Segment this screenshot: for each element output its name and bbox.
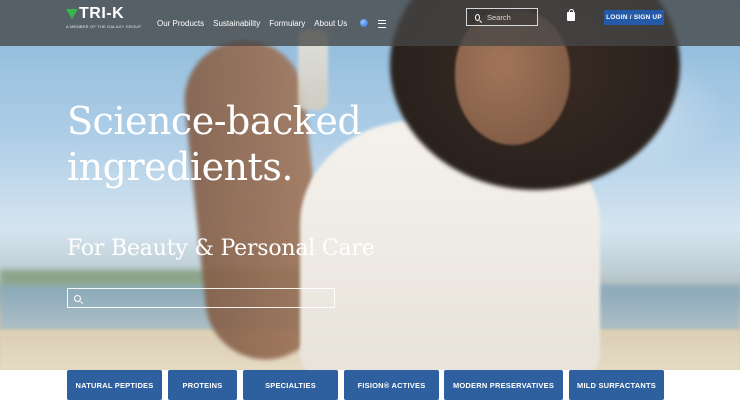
main-nav: Our Products Sustainability Formulary Ab… xyxy=(157,0,387,46)
category-modern-preservatives-button[interactable]: MODERN PRESERVATIVES xyxy=(444,370,563,400)
logo-tagline: A MEMBER OF THE GALAXY GROUP xyxy=(66,24,142,29)
category-natural-peptides-button[interactable]: NATURAL PEPTIDES xyxy=(67,370,162,400)
hero-search-input[interactable] xyxy=(87,292,331,304)
header-search-input[interactable] xyxy=(485,11,537,23)
nav-our-products[interactable]: Our Products xyxy=(157,19,204,28)
menu-icon[interactable] xyxy=(378,19,387,28)
logo-triangle-icon xyxy=(66,9,78,19)
search-icon xyxy=(475,13,480,21)
category-mild-surfactants-button[interactable]: MILD SURFACTANTS xyxy=(569,370,664,400)
hero-subheadline: For Beauty & Personal Care xyxy=(67,236,375,261)
category-bar: NATURAL PEPTIDES PROTEINS SPECIALTIES FI… xyxy=(0,370,740,404)
login-signup-button[interactable]: LOGIN / SIGN UP xyxy=(604,10,664,25)
logo-text: TRI-K xyxy=(79,5,125,22)
nav-about-us[interactable]: About Us xyxy=(314,19,347,28)
hero-headline-line2: ingredients. xyxy=(67,145,293,189)
hero-search-box[interactable] xyxy=(67,288,335,308)
brand-logo[interactable]: TRI-K A MEMBER OF THE GALAXY GROUP xyxy=(66,5,141,36)
hero-headline-line1: Science-backed xyxy=(67,99,362,143)
category-fision-actives-button[interactable]: FISION® ACTIVES xyxy=(344,370,439,400)
nav-formulary[interactable]: Formulary xyxy=(269,19,305,28)
category-proteins-button[interactable]: PROTEINS xyxy=(168,370,237,400)
shopping-bag-icon[interactable] xyxy=(567,9,575,21)
nav-sustainability[interactable]: Sustainability xyxy=(213,19,260,28)
top-navbar: TRI-K A MEMBER OF THE GALAXY GROUP Our P… xyxy=(0,0,740,46)
category-specialties-button[interactable]: SPECIALTIES xyxy=(243,370,338,400)
search-icon xyxy=(74,294,81,302)
globe-icon[interactable] xyxy=(360,19,369,27)
header-search[interactable] xyxy=(466,8,538,26)
hero-headline: Science-backed ingredients. xyxy=(67,98,362,190)
